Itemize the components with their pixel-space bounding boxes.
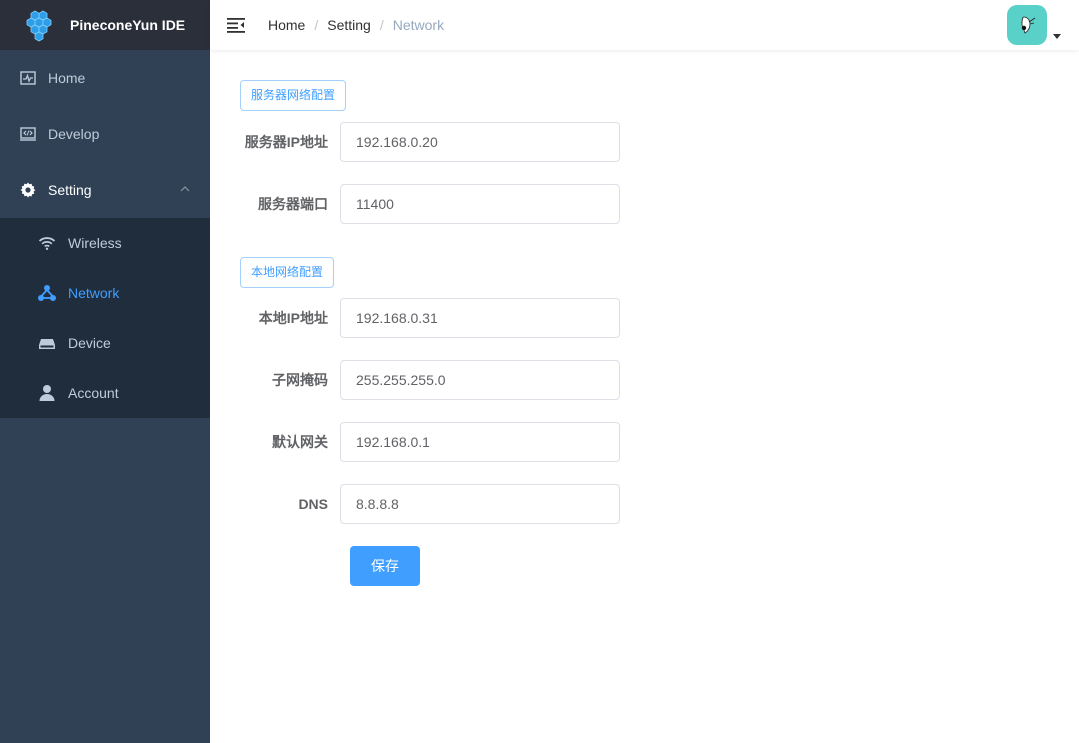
- save-button[interactable]: 保存: [350, 546, 420, 586]
- local-ip-label: 本地IP地址: [258, 310, 328, 326]
- sidebar-item-label: Home: [48, 70, 86, 86]
- server-port-field: 服务器端口: [240, 184, 640, 224]
- main-content: 服务器网络配置 服务器IP地址 服务器端口 本地网络配置 本地IP地址 子网掩码…: [210, 50, 1079, 743]
- dns-field: DNS: [240, 484, 640, 524]
- dashboard-icon: [20, 70, 36, 86]
- sidebar-item-network[interactable]: Network: [0, 268, 210, 318]
- caret-down-icon: [1053, 34, 1061, 39]
- local-network-section-tag: 本地网络配置: [240, 257, 335, 288]
- wifi-icon: [38, 234, 56, 252]
- breadcrumb-home[interactable]: Home: [268, 17, 305, 33]
- user-icon: [38, 384, 56, 402]
- server-port-input[interactable]: [340, 184, 620, 224]
- navbar: Home / Setting / Network: [210, 0, 1079, 50]
- user-menu[interactable]: [1007, 5, 1061, 45]
- setting-submenu: Wireless Network Device Account: [0, 218, 210, 418]
- sidebar-item-label: Setting: [48, 182, 92, 198]
- subnet-mask-field: 子网掩码: [240, 360, 640, 400]
- breadcrumb: Home / Setting / Network: [268, 17, 444, 33]
- code-icon: [20, 126, 36, 142]
- subnet-mask-input[interactable]: [340, 360, 620, 400]
- sidebar-item-label: Wireless: [68, 235, 122, 251]
- sidebar-item-wireless[interactable]: Wireless: [0, 218, 210, 268]
- gateway-field: 默认网关: [240, 422, 640, 462]
- sidebar-item-account[interactable]: Account: [0, 368, 210, 418]
- breadcrumb-setting[interactable]: Setting: [327, 17, 371, 33]
- network-icon: [38, 284, 56, 302]
- gear-icon: [20, 182, 36, 198]
- sidebar-item-label: Network: [68, 285, 120, 301]
- dns-input[interactable]: [340, 484, 620, 524]
- breadcrumb-network: Network: [392, 17, 445, 33]
- gateway-input[interactable]: [340, 422, 620, 462]
- sidebar-item-label: Device: [68, 335, 111, 351]
- server-network-section-tag: 服务器网络配置: [240, 80, 347, 111]
- sidebar-item-label: Account: [68, 385, 119, 401]
- sidebar-item-device[interactable]: Device: [0, 318, 210, 368]
- chevron-up-icon: [180, 186, 190, 192]
- sidebar: PineconeYun IDE Home Develop Setting Wir…: [0, 0, 210, 743]
- device-icon: [38, 334, 56, 352]
- sidebar-item-develop[interactable]: Develop: [0, 106, 210, 162]
- dns-label: DNS: [298, 496, 328, 512]
- server-ip-field: 服务器IP地址: [240, 122, 640, 162]
- breadcrumb-separator: /: [379, 17, 384, 33]
- avatar[interactable]: [1007, 5, 1047, 45]
- app-title: PineconeYun IDE: [70, 17, 186, 33]
- sidebar-item-label: Develop: [48, 126, 100, 142]
- logo-icon: [26, 10, 52, 42]
- local-ip-field: 本地IP地址: [240, 298, 640, 338]
- sidebar-item-setting[interactable]: Setting: [0, 162, 210, 218]
- local-ip-input[interactable]: [340, 298, 620, 338]
- server-ip-input[interactable]: [340, 122, 620, 162]
- brand[interactable]: PineconeYun IDE: [0, 0, 210, 50]
- gateway-label: 默认网关: [272, 434, 328, 450]
- sidebar-item-home[interactable]: Home: [0, 50, 210, 106]
- server-port-label: 服务器端口: [258, 196, 328, 212]
- breadcrumb-separator: /: [314, 17, 319, 33]
- subnet-mask-label: 子网掩码: [272, 372, 328, 388]
- avatar-bird-icon: [1021, 16, 1036, 34]
- server-ip-label: 服务器IP地址: [244, 134, 328, 150]
- hamburger-icon[interactable]: [227, 17, 245, 33]
